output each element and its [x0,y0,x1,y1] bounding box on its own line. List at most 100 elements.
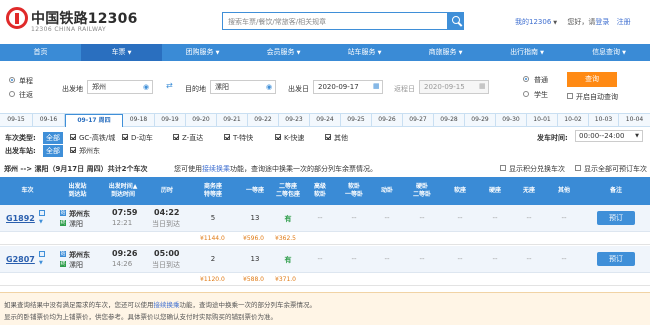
date-tab[interactable]: 10-03 [589,114,619,126]
date-tab[interactable]: 09-21 [217,114,248,126]
date-tab[interactable]: 10-04 [619,114,650,126]
date-tab[interactable]: 10-01 [527,114,558,126]
show-points-checkbox[interactable] [500,165,506,171]
col-business: 商务座 特等座 [188,177,238,205]
date-tab-selected[interactable]: 09-17 周四 [65,114,123,127]
train-type-all[interactable]: 全部 [43,132,63,144]
date-tab[interactable]: 09-30 [496,114,527,126]
auto-query-checkbox[interactable] [567,93,573,99]
date-tab[interactable]: 09-27 [403,114,434,126]
date-tab[interactable]: 09-18 [123,114,155,126]
date-tab[interactable]: 09-20 [186,114,217,126]
col-duration[interactable]: 历时 [146,177,188,205]
date-tab[interactable]: 09-22 [248,114,279,126]
type-checkbox-gc[interactable] [70,134,76,140]
train-code-link[interactable]: G2807 [6,255,35,264]
col-label: 无座 [522,187,535,194]
depart-time-select[interactable]: 00:00--24:00 ▼ [575,130,643,142]
transfer-link[interactable]: 接续换乘 [202,165,230,173]
date-tab[interactable]: 09-15 [0,114,33,126]
search-icon[interactable] [448,12,464,30]
my12306-link[interactable]: 我的12306 [515,18,551,26]
date-tab[interactable]: 09-29 [465,114,496,126]
return-date-value: 2020-09-15 [424,83,465,91]
railway-logo-icon[interactable] [6,7,28,29]
station-filter-all[interactable]: 全部 [43,145,63,157]
calendar-icon: ▦ [479,82,486,90]
col-train[interactable]: 车次 [0,177,55,205]
col-label: 软座 [453,187,466,194]
nav-info[interactable]: 信息查询 ▼ [568,44,650,61]
type-checkbox-k[interactable] [275,134,281,140]
col-times[interactable]: 出发时间▲ 到达时间 [100,177,146,205]
chevron-down-icon: ▼ [635,133,639,139]
calendar-icon: ▦ [373,82,380,90]
seat-unavailable: -- [384,255,390,263]
nav-label: 会员服务 [266,48,295,56]
seat-unavailable: -- [351,255,357,263]
arrive-time: 14:26 [112,260,133,268]
nav-label: 商旅服务 [428,48,457,56]
nav-business[interactable]: 商旅服务 ▼ [405,44,486,61]
date-tab[interactable]: 09-25 [341,114,372,126]
col-soft-sleeper-premium: 高级 软卧 [304,177,336,205]
one-way-radio[interactable] [9,77,15,83]
train-code-link[interactable]: G1892 [6,214,35,223]
swap-icon[interactable]: ⇄ [166,82,175,90]
show-all-checkbox[interactable] [575,165,581,171]
nav-group[interactable]: 团购服务 ▼ [162,44,243,61]
book-button[interactable]: 预订 [597,211,635,225]
arrive-time: 12:21 [112,219,133,227]
chevron-down-icon: ▼ [377,50,382,56]
nav-home[interactable]: 首页 [0,44,81,61]
type-checkbox-t[interactable] [224,134,230,140]
type-checkbox-d[interactable] [122,134,128,140]
notice-text: 如果查询结果中没有满足需求的车次，您还可以使用 [4,301,154,309]
train-info-icon[interactable] [39,210,45,216]
seat-unavailable: -- [561,214,567,222]
student-ticket-radio[interactable] [523,91,529,97]
normal-ticket-radio[interactable] [523,76,529,82]
nav-tickets[interactable]: 车票 ▼ [81,44,162,61]
transfer-link[interactable]: 接续换乘 [154,301,180,309]
chevron-down-icon[interactable]: ▼ [39,260,43,266]
date-tab[interactable]: 09-28 [434,114,465,126]
one-way-label: 单程 [19,77,33,85]
top-links: 我的12306 ▼ 您好，请登录 注册 [515,17,631,27]
date-tab[interactable]: 09-26 [372,114,403,126]
seat-unavailable: -- [317,214,323,222]
seat-unavailable: -- [457,214,463,222]
col-label: 高级 软卧 [313,183,326,198]
location-pin-icon: ◉ [143,83,150,91]
login-link[interactable]: 登录 [595,18,609,26]
chevron-down-icon: ▼ [127,50,132,56]
search-placeholder: 搜索车票/餐饮/常旅客/相关规章 [228,18,327,26]
col-stations[interactable]: 出发站 到达站 [55,177,100,205]
nav-member[interactable]: 会员服务 ▼ [243,44,324,61]
date-tab[interactable]: 09-16 [33,114,65,126]
round-trip-radio[interactable] [9,91,15,97]
chevron-down-icon[interactable]: ▼ [39,219,43,225]
type-checkbox-other[interactable] [325,134,331,140]
seat-unavailable: -- [526,255,532,263]
train-info-icon[interactable] [39,251,45,257]
notice-line-2: 显示的卧铺票价均为上铺票价，供您参考。具体票价以您确认支付时实际购买的铺别票价为… [4,313,277,321]
brand-title[interactable]: 中国铁路12306 [31,8,138,28]
register-link[interactable]: 注册 [617,18,631,26]
query-button[interactable]: 查询 [567,72,617,87]
date-tab[interactable]: 09-24 [310,114,341,126]
notice-text: 功能，查询途中换乘一次的部分列车余票情况。 [179,301,317,309]
depart-date-label: 出发日 [288,85,309,93]
date-tab[interactable]: 09-23 [279,114,310,126]
price-second: ¥362.5 [275,235,296,242]
col-moving-sleeper: 动卧 [372,177,402,205]
nav-guide[interactable]: 出行指南 ▼ [486,44,568,61]
date-tab[interactable]: 09-19 [155,114,186,126]
search-input[interactable]: 搜索车票/餐饮/常旅客/相关规章 [222,12,448,30]
station-checkbox[interactable] [70,147,76,153]
nav-station[interactable]: 站车服务 ▼ [324,44,405,61]
type-label-other: 其他 [334,134,348,142]
type-checkbox-z[interactable] [173,134,179,140]
date-tab[interactable]: 10-02 [558,114,589,126]
book-button[interactable]: 预订 [597,252,635,266]
